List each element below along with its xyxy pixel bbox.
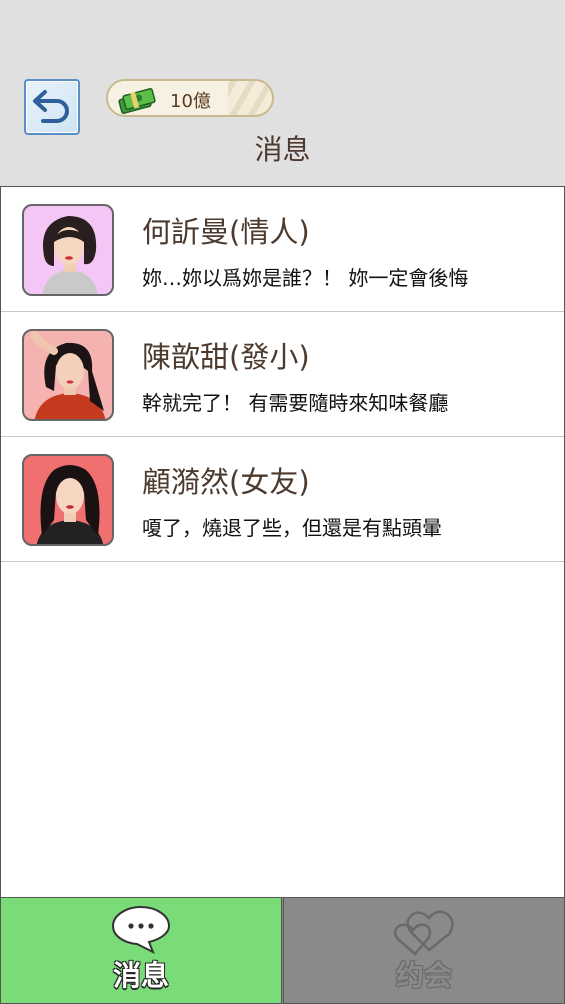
bottom-tab-bar: 消息 约会 <box>0 897 565 1004</box>
tab-date-label: 约会 <box>395 959 452 992</box>
list-item[interactable]: 顧漪然(女友) 嗄了，燒退了些，但還是有點頭暈 <box>1 437 564 562</box>
avatar <box>22 329 114 421</box>
message-preview: 嗄了，燒退了些，但還是有點頭暈 <box>142 516 442 540</box>
tab-messages-label: 消息 <box>112 959 169 992</box>
message-list: 何訢曼(情人) 妳…妳以爲妳是誰？！ 妳一定會後悔 陳歆甜(發小) 幹就完了！ … <box>0 186 565 897</box>
chat-bubble-icon <box>111 905 171 954</box>
money-display: 10億 <box>106 79 274 117</box>
cash-stack-icon <box>118 88 156 114</box>
hearts-icon <box>393 910 454 956</box>
list-item[interactable]: 何訢曼(情人) 妳…妳以爲妳是誰？！ 妳一定會後悔 <box>1 187 564 312</box>
back-button[interactable] <box>24 79 80 135</box>
tab-date[interactable]: 约会 <box>283 897 565 1004</box>
message-preview: 妳…妳以爲妳是誰？！ 妳一定會後悔 <box>142 266 469 290</box>
contact-name: 何訢曼(情人) <box>142 215 310 249</box>
contact-name: 陳歆甜(發小) <box>142 340 310 374</box>
contact-name: 顧漪然(女友) <box>142 465 310 499</box>
avatar <box>22 454 114 546</box>
header: 10億 消息 <box>0 0 565 186</box>
list-item[interactable]: 陳歆甜(發小) 幹就完了！ 有需要隨時來知味餐廳 <box>1 312 564 437</box>
portrait-icon <box>30 331 106 419</box>
back-arrow-icon <box>33 90 69 123</box>
money-value: 10億 <box>170 91 211 112</box>
page-title: 消息 <box>254 133 311 166</box>
message-preview: 幹就完了！ 有需要隨時來知味餐廳 <box>142 391 449 415</box>
avatar <box>22 204 114 296</box>
tab-messages[interactable]: 消息 <box>0 897 282 1004</box>
portrait-icon <box>36 465 104 544</box>
portrait-icon <box>42 216 98 294</box>
